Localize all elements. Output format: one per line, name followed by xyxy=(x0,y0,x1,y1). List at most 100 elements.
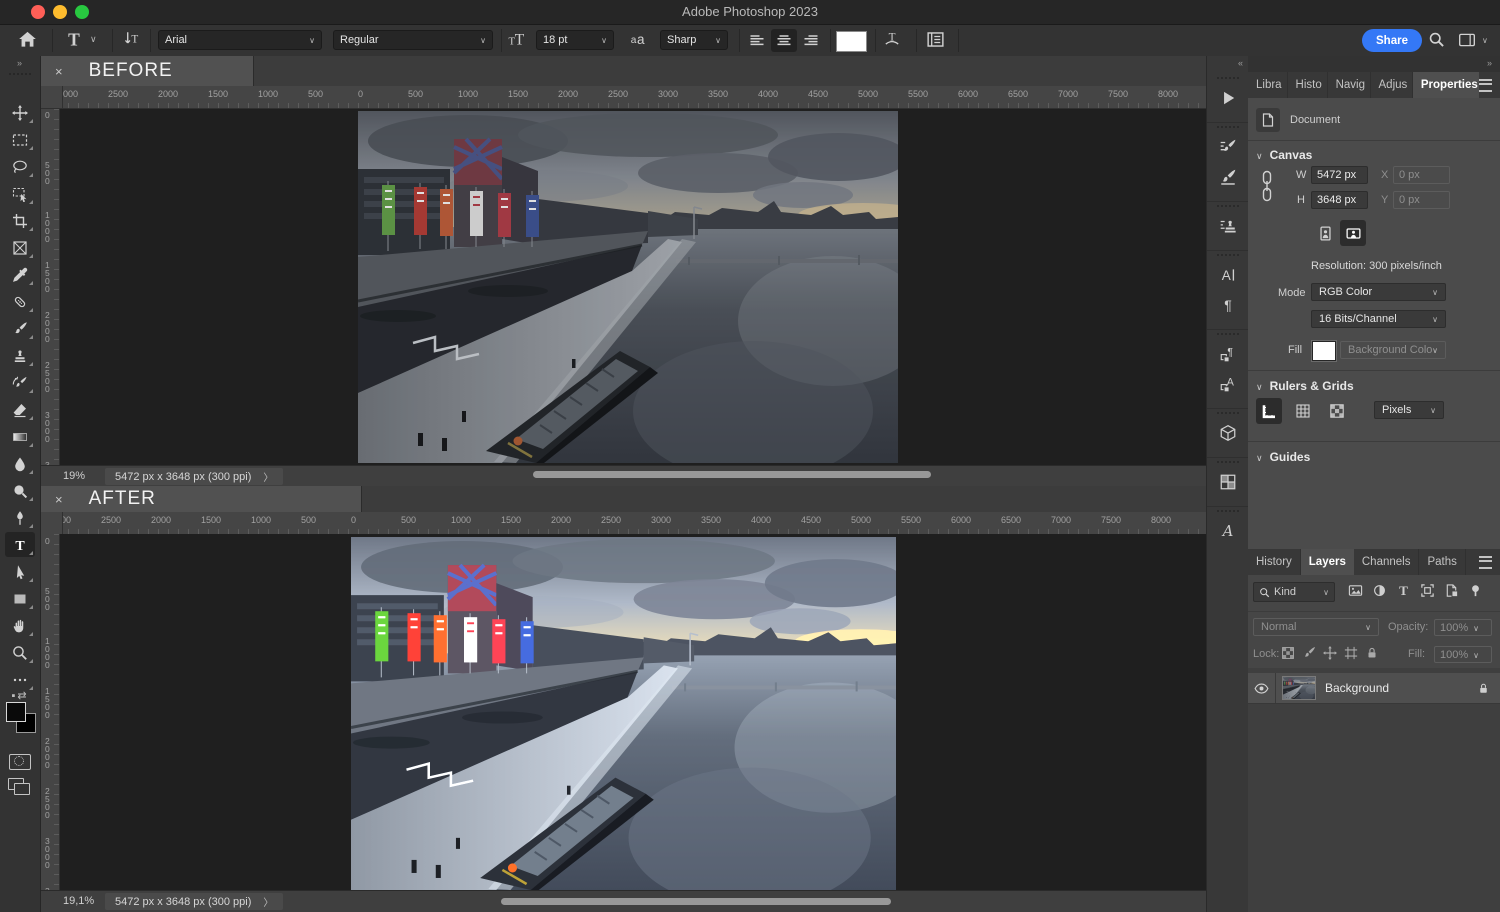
quick-mask-button[interactable] xyxy=(9,754,31,770)
share-button[interactable]: Share xyxy=(1362,29,1422,52)
foreground-color-swatch[interactable] xyxy=(6,702,26,722)
canvas-before[interactable]: 05 0 01 0 0 01 5 0 02 0 0 02 5 0 03 0 0 … xyxy=(41,109,1206,465)
filter-toggle-icon[interactable] xyxy=(1468,583,1483,598)
eyedropper-tool[interactable] xyxy=(5,262,35,287)
screen-mode-button[interactable] xyxy=(0,778,40,798)
layer-visibility-toggle[interactable] xyxy=(1248,673,1276,703)
tab-channels[interactable]: Channels xyxy=(1354,549,1420,575)
panel-menu-icon[interactable] xyxy=(1479,549,1500,575)
panel-menu-icon[interactable] xyxy=(1479,72,1500,98)
toolbar-expand-icon[interactable]: » xyxy=(0,58,40,68)
color-mode-select[interactable]: RGB Color xyxy=(1311,283,1446,301)
document-size-field[interactable]: 5472 px x 3648 px (300 ppi) 〉 xyxy=(105,893,283,910)
play-icon[interactable] xyxy=(1207,85,1249,111)
lasso-tool[interactable] xyxy=(5,154,35,179)
toggle-pixel-grid-button[interactable] xyxy=(1324,398,1350,424)
clone-stamp-tool[interactable] xyxy=(5,343,35,368)
glyphs-icon[interactable] xyxy=(1207,518,1249,544)
canvas-section-header[interactable]: ∨Canvas xyxy=(1256,148,1312,162)
home-button[interactable] xyxy=(18,30,37,49)
brush-tool[interactable] xyxy=(5,316,35,341)
ruler-corner[interactable] xyxy=(41,512,63,534)
zoom-level[interactable]: 19% xyxy=(63,470,85,482)
pen-tool[interactable] xyxy=(5,505,35,530)
blur-tool[interactable] xyxy=(5,451,35,476)
panels-collapse-icon[interactable]: » xyxy=(1487,58,1492,68)
toggle-panels-icon[interactable] xyxy=(926,30,945,49)
frame-tool[interactable] xyxy=(5,235,35,260)
lock-artboard-icon[interactable] xyxy=(1344,646,1358,660)
horizontal-scrollbar[interactable] xyxy=(501,898,891,905)
text-orientation-icon[interactable] xyxy=(123,30,141,48)
tab-libra[interactable]: Libra xyxy=(1248,72,1288,98)
workspace-chevron-icon[interactable]: ∨ xyxy=(1482,36,1488,45)
move-tool[interactable] xyxy=(5,100,35,125)
character-styles-icon[interactable] xyxy=(1207,371,1249,397)
landscape-orientation-button[interactable] xyxy=(1340,220,1366,246)
lock-position-icon[interactable] xyxy=(1323,646,1337,660)
guides-section-header[interactable]: ∨Guides xyxy=(1256,450,1310,464)
pattern-icon[interactable] xyxy=(1207,469,1249,495)
spot-healing-tool[interactable] xyxy=(5,289,35,314)
text-color-swatch[interactable] xyxy=(836,31,867,52)
paragraph-styles-icon[interactable] xyxy=(1207,341,1249,367)
type-tool-icon[interactable] xyxy=(64,29,84,49)
warp-text-icon[interactable] xyxy=(883,30,901,48)
toggle-grid-button[interactable] xyxy=(1290,398,1316,424)
close-tab-icon[interactable]: × xyxy=(55,64,63,79)
canvas-after[interactable]: 05 0 01 0 0 01 5 0 02 0 0 02 5 0 03 0 0 … xyxy=(41,534,1206,890)
rulers-grids-section-header[interactable]: ∨Rulers & Grids xyxy=(1256,379,1354,393)
ruler-units-select[interactable]: Pixels xyxy=(1374,401,1444,419)
tab-layers[interactable]: Layers xyxy=(1301,549,1354,575)
toolbar-gripper[interactable] xyxy=(9,73,31,75)
rect-marquee-tool[interactable] xyxy=(5,127,35,152)
char-panel-icon[interactable] xyxy=(1207,262,1249,288)
zoom-tool[interactable] xyxy=(5,640,35,665)
lock-transparent-icon[interactable] xyxy=(1281,646,1295,660)
adjustment-filter-icon[interactable] xyxy=(1372,583,1387,598)
align-right-button[interactable] xyxy=(798,29,824,52)
type-filter-icon[interactable] xyxy=(1396,583,1411,598)
crop-tool[interactable] xyxy=(5,208,35,233)
search-icon[interactable] xyxy=(1428,31,1445,48)
ruler-corner[interactable] xyxy=(41,86,63,108)
lock-paint-icon[interactable] xyxy=(1302,646,1316,660)
tab-adjus[interactable]: Adjus xyxy=(1371,72,1413,98)
clonesrc-icon[interactable] xyxy=(1207,213,1249,239)
photo-before[interactable] xyxy=(358,111,898,463)
font-size-select[interactable]: 18 pt xyxy=(536,30,614,50)
tab-properties[interactable]: Properties xyxy=(1413,72,1479,98)
anti-alias-select[interactable]: Sharp xyxy=(660,30,728,50)
photo-filter-icon[interactable] xyxy=(1348,583,1363,598)
history-brush-tool[interactable] xyxy=(5,370,35,395)
close-tab-icon[interactable]: × xyxy=(55,492,63,507)
layer-filter-select[interactable]: Kind xyxy=(1253,582,1335,602)
dodge-tool[interactable] xyxy=(5,478,35,503)
horizontal-scrollbar[interactable] xyxy=(533,471,931,478)
tab-before[interactable]: × BEFORE xyxy=(41,56,254,86)
dock-collapse-icon[interactable]: « xyxy=(1238,58,1243,68)
object-selection-tool[interactable] xyxy=(5,181,35,206)
height-field[interactable]: 3648 px xyxy=(1311,191,1368,209)
smart-object-filter-icon[interactable] xyxy=(1444,583,1459,598)
font-family-select[interactable]: Arial xyxy=(158,30,322,50)
bit-depth-select[interactable]: 16 Bits/Channel xyxy=(1311,310,1446,328)
link-dimensions-icon[interactable] xyxy=(1260,170,1274,202)
materials-icon[interactable] xyxy=(1207,420,1249,446)
tab-navig[interactable]: Navig xyxy=(1328,72,1371,98)
document-size-field[interactable]: 5472 px x 3648 px (300 ppi) 〉 xyxy=(105,468,283,485)
portrait-orientation-button[interactable] xyxy=(1312,220,1338,246)
status-chevron-icon[interactable]: 〉 xyxy=(263,894,273,909)
workspace-icon[interactable] xyxy=(1458,31,1476,49)
rectangle-tool[interactable] xyxy=(5,586,35,611)
fill-color-swatch[interactable] xyxy=(1312,341,1336,361)
lock-all-icon[interactable] xyxy=(1365,646,1379,660)
width-field[interactable]: 5472 px xyxy=(1311,166,1368,184)
path-selection-tool[interactable] xyxy=(5,559,35,584)
toggle-rulers-button[interactable] xyxy=(1256,398,1282,424)
font-style-select[interactable]: Regular xyxy=(333,30,493,50)
zoom-level[interactable]: 19,1% xyxy=(63,895,94,907)
brushset-icon[interactable] xyxy=(1207,134,1249,160)
paragraph-panel-icon[interactable] xyxy=(1207,292,1249,318)
eraser-tool[interactable] xyxy=(5,397,35,422)
